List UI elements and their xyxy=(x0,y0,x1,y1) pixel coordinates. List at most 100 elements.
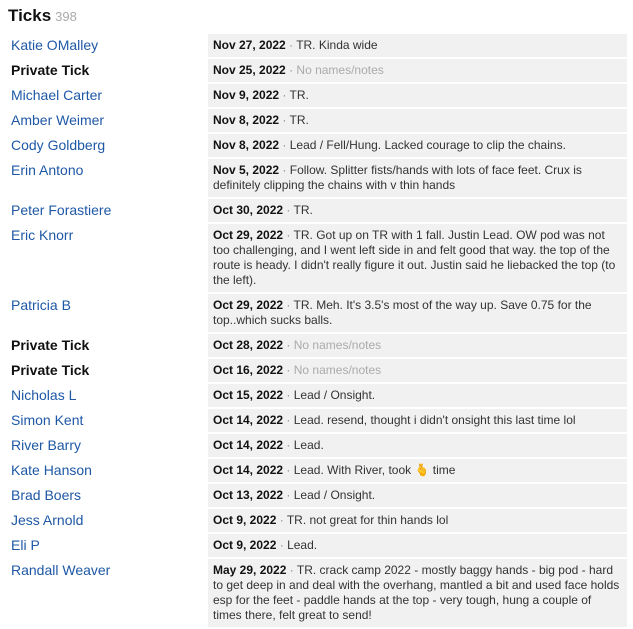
tick-date: Oct 30, 2022 xyxy=(213,203,284,217)
climber-name-cell: Eric Knorr xyxy=(8,224,208,292)
tick-details: May 29, 2022 · TR. crack camp 2022 - mos… xyxy=(208,559,627,627)
tick-row: Private Tick Oct 16, 2022 · No names/note… xyxy=(8,359,627,382)
climber-name-cell: Amber Weimer xyxy=(8,109,208,132)
tick-details: Oct 29, 2022 · TR. Meh. It's 3.5's most … xyxy=(208,294,627,332)
climber-name-cell: Jess Arnold xyxy=(8,509,208,532)
tick-row: Amber Weimer Nov 8, 2022 · TR. xyxy=(8,109,627,132)
climber-name-link[interactable]: Eric Knorr xyxy=(11,227,73,243)
tick-date: Nov 8, 2022 xyxy=(213,113,280,127)
no-notes-text: No names/notes xyxy=(293,338,382,352)
tick-row: Katie OMalley Nov 27, 2022 · TR. Kinda wi… xyxy=(8,34,627,57)
tick-date: Nov 27, 2022 xyxy=(213,38,286,52)
tick-details: Oct 13, 2022 · Lead / Onsight. xyxy=(208,484,627,507)
private-tick-label: Private Tick xyxy=(11,362,90,378)
tick-row: Simon Kent Oct 14, 2022 · Lead. resend, t… xyxy=(8,409,627,432)
tick-row: Patricia B Oct 29, 2022 · TR. Meh. It's 3… xyxy=(8,294,627,332)
climber-name-link[interactable]: Cody Goldberg xyxy=(11,137,105,153)
tick-note: TR. not great for thin hands lol xyxy=(286,513,449,527)
tick-note: Lead / Onsight. xyxy=(293,388,376,402)
date-separator: · xyxy=(289,38,294,52)
date-separator: · xyxy=(282,88,287,102)
tick-note: TR. Kinda wide xyxy=(296,38,378,52)
tick-details: Nov 8, 2022 · Lead / Fell/Hung. Lacked c… xyxy=(208,134,627,157)
climber-name-link[interactable]: Brad Boers xyxy=(11,487,81,503)
tick-details: Oct 14, 2022 · Lead. xyxy=(208,434,627,457)
climber-name-cell: Patricia B xyxy=(8,294,208,332)
date-separator: · xyxy=(286,388,291,402)
ticks-title: Ticks xyxy=(8,6,52,25)
tick-details: Oct 9, 2022 · TR. not great for thin han… xyxy=(208,509,627,532)
tick-date: Oct 28, 2022 xyxy=(213,338,284,352)
climber-name-link[interactable]: Amber Weimer xyxy=(11,112,104,128)
tick-details: Oct 28, 2022 · No names/notes xyxy=(208,334,627,357)
tick-date: May 29, 2022 xyxy=(213,563,287,577)
climber-name-cell: Simon Kent xyxy=(8,409,208,432)
date-separator: · xyxy=(286,298,291,312)
climber-name-link[interactable]: River Barry xyxy=(11,437,81,453)
date-separator: · xyxy=(289,563,294,577)
ticks-heading: Ticks 398 xyxy=(8,6,627,26)
tick-details: Nov 25, 2022 · No names/notes xyxy=(208,59,627,82)
date-separator: · xyxy=(282,113,287,127)
date-separator: · xyxy=(286,413,291,427)
tick-row: Jess Arnold Oct 9, 2022 · TR. not great f… xyxy=(8,509,627,532)
tick-date: Nov 5, 2022 xyxy=(213,163,280,177)
climber-name-link[interactable]: Randall Weaver xyxy=(11,562,110,578)
date-separator: · xyxy=(282,163,287,177)
no-notes-text: No names/notes xyxy=(296,63,384,77)
private-tick-label: Private Tick xyxy=(11,62,90,78)
tick-details: Oct 16, 2022 · No names/notes xyxy=(208,359,627,382)
tick-row: Cody Goldberg Nov 8, 2022 · Lead / Fell/H… xyxy=(8,134,627,157)
tick-note: Lead / Onsight. xyxy=(293,488,376,502)
tick-note: Lead. xyxy=(293,438,324,452)
climber-name-link[interactable]: Peter Forastiere xyxy=(11,202,111,218)
climber-name-link[interactable]: Simon Kent xyxy=(11,412,83,428)
tick-details: Oct 15, 2022 · Lead / Onsight. xyxy=(208,384,627,407)
climber-name-link[interactable]: Jess Arnold xyxy=(11,512,83,528)
climber-name-link[interactable]: Michael Carter xyxy=(11,87,102,103)
tick-row: Brad Boers Oct 13, 2022 · Lead / Onsight. xyxy=(8,484,627,507)
date-separator: · xyxy=(279,538,284,552)
climber-name-cell: River Barry xyxy=(8,434,208,457)
tick-date: Oct 13, 2022 xyxy=(213,488,284,502)
climber-name-link[interactable]: Erin Antono xyxy=(11,162,83,178)
ticks-list: Katie OMalley Nov 27, 2022 · TR. Kinda wi… xyxy=(8,34,627,627)
tick-date: Oct 9, 2022 xyxy=(213,513,277,527)
private-tick-label: Private Tick xyxy=(11,337,90,353)
climber-name-link[interactable]: Katie OMalley xyxy=(11,37,98,53)
no-notes-text: No names/notes xyxy=(293,363,382,377)
climber-name-cell: Brad Boers xyxy=(8,484,208,507)
tick-date: Oct 29, 2022 xyxy=(213,298,284,312)
tick-details: Oct 9, 2022 · Lead. xyxy=(208,534,627,557)
climber-name-link[interactable]: Eli P xyxy=(11,537,40,553)
tick-date: Oct 16, 2022 xyxy=(213,363,284,377)
tick-date: Oct 14, 2022 xyxy=(213,463,284,477)
tick-note: Lead. xyxy=(287,538,318,552)
date-separator: · xyxy=(286,363,291,377)
date-separator: · xyxy=(286,228,291,242)
tick-note: Lead. resend, thought i didn't onsight t… xyxy=(293,413,576,427)
ticks-section: Ticks 398 Katie OMalley Nov 27, 2022 · TR… xyxy=(0,0,633,629)
tick-date: Oct 14, 2022 xyxy=(213,438,284,452)
climber-name-cell: Kate Hanson xyxy=(8,459,208,482)
tick-details: Oct 30, 2022 · TR. xyxy=(208,199,627,222)
climber-name-link[interactable]: Kate Hanson xyxy=(11,462,92,478)
tick-date: Oct 14, 2022 xyxy=(213,413,284,427)
date-separator: · xyxy=(286,463,291,477)
tick-row: Nicholas L Oct 15, 2022 · Lead / Onsight. xyxy=(8,384,627,407)
date-separator: · xyxy=(286,488,291,502)
date-separator: · xyxy=(286,203,291,217)
tick-details: Nov 27, 2022 · TR. Kinda wide xyxy=(208,34,627,57)
climber-name-cell: Cody Goldberg xyxy=(8,134,208,157)
tick-row: Kate Hanson Oct 14, 2022 · Lead. With Riv… xyxy=(8,459,627,482)
tick-row: Erin Antono Nov 5, 2022 · Follow. Splitte… xyxy=(8,159,627,197)
ticks-table: Katie OMalley Nov 27, 2022 · TR. Kinda wi… xyxy=(8,32,627,629)
climber-name-cell: Eli P xyxy=(8,534,208,557)
date-separator: · xyxy=(286,338,291,352)
tick-row: Private Tick Oct 28, 2022 · No names/note… xyxy=(8,334,627,357)
climber-name-cell: Erin Antono xyxy=(8,159,208,197)
date-separator: · xyxy=(282,138,287,152)
climber-name-link[interactable]: Patricia B xyxy=(11,297,71,313)
tick-note: TR. xyxy=(289,88,309,102)
climber-name-link[interactable]: Nicholas L xyxy=(11,387,76,403)
